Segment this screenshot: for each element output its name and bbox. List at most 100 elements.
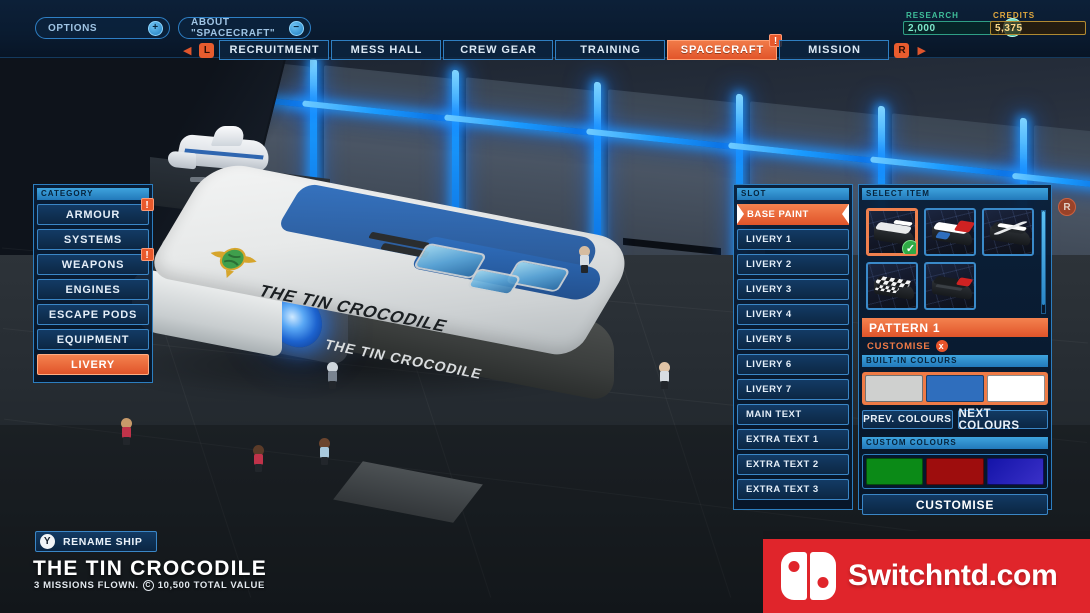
category-item-systems[interactable]: SYSTEMS: [37, 229, 149, 250]
custom-swatch-2[interactable]: [926, 458, 984, 485]
item-thumbnail-pattern-1[interactable]: ✓: [866, 208, 918, 256]
crew-member[interactable]: [120, 418, 133, 445]
slot-label: EXTRA TEXT 2: [746, 459, 819, 470]
slot-item-livery-3[interactable]: LIVERY 3: [737, 279, 849, 300]
slot-item-livery-1[interactable]: LIVERY 1: [737, 229, 849, 250]
prev-colours-button[interactable]: PREV. COLOURS: [862, 410, 953, 429]
category-item-equipment[interactable]: EQUIPMENT: [37, 329, 149, 350]
category-item-livery[interactable]: LIVERY: [37, 354, 149, 375]
options-plus-icon[interactable]: +: [148, 20, 163, 36]
slot-item-livery-7[interactable]: LIVERY 7: [737, 379, 849, 400]
slot-label: EXTRA TEXT 3: [746, 484, 819, 495]
builtin-swatch-1[interactable]: [865, 375, 923, 402]
crew-member[interactable]: [318, 438, 331, 465]
slot-item-livery-6[interactable]: LIVERY 6: [737, 354, 849, 375]
left-bumper-icon[interactable]: L: [199, 42, 215, 58]
custom-swatch-1[interactable]: [866, 458, 924, 485]
category-label: ESCAPE PODS: [48, 308, 138, 321]
item-grid-scrollbar[interactable]: [1041, 210, 1046, 314]
slot-label: LIVERY 2: [746, 259, 792, 270]
next-colours-label: NEXT COLOURS: [958, 407, 1020, 432]
category-item-weapons[interactable]: WEAPONS !: [37, 248, 154, 275]
category-item-escape-pods[interactable]: ESCAPE PODS: [37, 304, 149, 325]
slot-item-livery-4[interactable]: LIVERY 4: [737, 304, 849, 325]
builtin-swatch-3[interactable]: [987, 375, 1045, 402]
selected-check-icon: ✓: [902, 240, 916, 254]
category-label: ENGINES: [65, 283, 121, 296]
crew-member[interactable]: [658, 362, 671, 389]
right-bumper-icon[interactable]: R: [894, 42, 910, 58]
item-thumbnail-grid: ✓: [862, 204, 1048, 312]
customise-button[interactable]: CUSTOMISE: [862, 494, 1048, 515]
about-label: ABOUT "SPACECRAFT": [191, 17, 276, 39]
slot-item-livery-2[interactable]: LIVERY 2: [737, 254, 849, 275]
rename-ship-button[interactable]: Y RENAME SHIP: [35, 531, 157, 552]
item-thumbnail-pattern-3[interactable]: [982, 208, 1034, 256]
customise-button-label: CUSTOMISE: [915, 497, 995, 512]
about-minus-icon[interactable]: −: [289, 20, 304, 36]
category-item-engines[interactable]: ENGINES: [37, 279, 149, 300]
builtin-swatch-2[interactable]: [926, 375, 984, 402]
slot-item-extra-text-1[interactable]: EXTRA TEXT 1: [737, 429, 849, 450]
tab-crew-gear[interactable]: CREW GEAR: [443, 40, 554, 60]
category-label: EQUIPMENT: [56, 333, 130, 346]
crew-member[interactable]: [326, 362, 339, 389]
tab-label: MESS HALL: [350, 44, 423, 56]
tab-label: RECRUITMENT: [229, 44, 320, 56]
slot-item-base-paint[interactable]: BASE PAINT: [737, 204, 849, 225]
site-watermark: Switchntd.com: [763, 531, 1090, 613]
builtin-colours-header: BUILT-IN COLOURS: [862, 355, 1048, 367]
prev-colours-label: PREV. COLOURS: [863, 414, 952, 425]
builtin-colour-swatches[interactable]: [862, 372, 1048, 405]
category-label: ARMOUR: [65, 208, 121, 221]
credits-value: 5,375: [990, 21, 1086, 35]
category-item-armour[interactable]: ARMOUR !: [37, 198, 154, 225]
slot-item-main-text[interactable]: MAIN TEXT: [737, 404, 849, 425]
tab-mission[interactable]: MISSION: [779, 40, 890, 60]
slot-panel: SLOT BASE PAINT LIVERY 1 LIVERY 2 LIVERY…: [733, 184, 853, 510]
options-button[interactable]: OPTIONS +: [35, 17, 170, 39]
customise-toggle-row[interactable]: CUSTOMISE x: [862, 337, 1048, 355]
rename-ship-label: RENAME SHIP: [63, 535, 143, 548]
nav-tabs: ◀ L RECRUITMENT MESS HALL CREW GEAR TRAI…: [180, 34, 929, 60]
tab-training[interactable]: TRAINING: [555, 40, 666, 60]
tab-label: MISSION: [808, 44, 861, 56]
about-button[interactable]: ABOUT "SPACECRAFT" −: [178, 17, 311, 39]
top-bar: OPTIONS + ABOUT "SPACECRAFT" − RESEARCH …: [0, 0, 1090, 60]
nav-prev-arrow-icon[interactable]: ◀: [180, 44, 194, 57]
tab-mess-hall[interactable]: MESS HALL: [331, 40, 442, 60]
category-alert-badge: !: [141, 248, 154, 261]
close-icon[interactable]: x: [935, 340, 948, 352]
item-thumbnail-pattern-2[interactable]: [924, 208, 976, 256]
nintendo-switch-logo-icon: [781, 552, 836, 600]
item-thumbnail-pattern-5[interactable]: [924, 262, 976, 310]
tab-recruitment[interactable]: RECRUITMENT: [219, 40, 330, 60]
credit-icon: C: [142, 580, 154, 591]
research-value: 2,000: [903, 21, 999, 35]
custom-swatch-3[interactable]: [986, 458, 1044, 485]
slot-label: MAIN TEXT: [746, 409, 802, 420]
crew-member[interactable]: [578, 246, 591, 273]
category-panel: CATEGORY ARMOUR ! SYSTEMS WEAPONS ! ENGI…: [33, 184, 154, 383]
category-label: WEAPONS: [61, 258, 125, 271]
options-label: OPTIONS: [48, 22, 98, 34]
category-label: LIVERY: [70, 358, 116, 371]
custom-colour-swatches[interactable]: [862, 454, 1048, 489]
select-item-panel-header: SELECT ITEM: [862, 188, 1048, 200]
credits-caption: CREDITS: [993, 11, 1036, 20]
nav-next-arrow-icon[interactable]: ▶: [914, 44, 928, 57]
player-ship[interactable]: THE TIN CROCODILE THE TIN CROCODILE: [120, 159, 680, 523]
research-caption: RESEARCH: [906, 11, 959, 20]
next-colours-button[interactable]: NEXT COLOURS: [957, 407, 1048, 432]
ship-name: THE TIN CROCODILE: [33, 557, 267, 580]
item-thumbnail-pattern-4[interactable]: [866, 262, 918, 310]
tab-spacecraft[interactable]: SPACECRAFT !: [667, 34, 783, 60]
right-bumper-hint-icon[interactable]: R: [1058, 198, 1076, 216]
tab-label: SPACECRAFT: [680, 44, 765, 56]
tab-label: TRAINING: [580, 44, 641, 56]
category-panel-header: CATEGORY: [37, 188, 149, 200]
crew-member[interactable]: [252, 445, 265, 472]
slot-item-extra-text-2[interactable]: EXTRA TEXT 2: [737, 454, 849, 475]
slot-item-extra-text-3[interactable]: EXTRA TEXT 3: [737, 479, 849, 500]
slot-item-livery-5[interactable]: LIVERY 5: [737, 329, 849, 350]
